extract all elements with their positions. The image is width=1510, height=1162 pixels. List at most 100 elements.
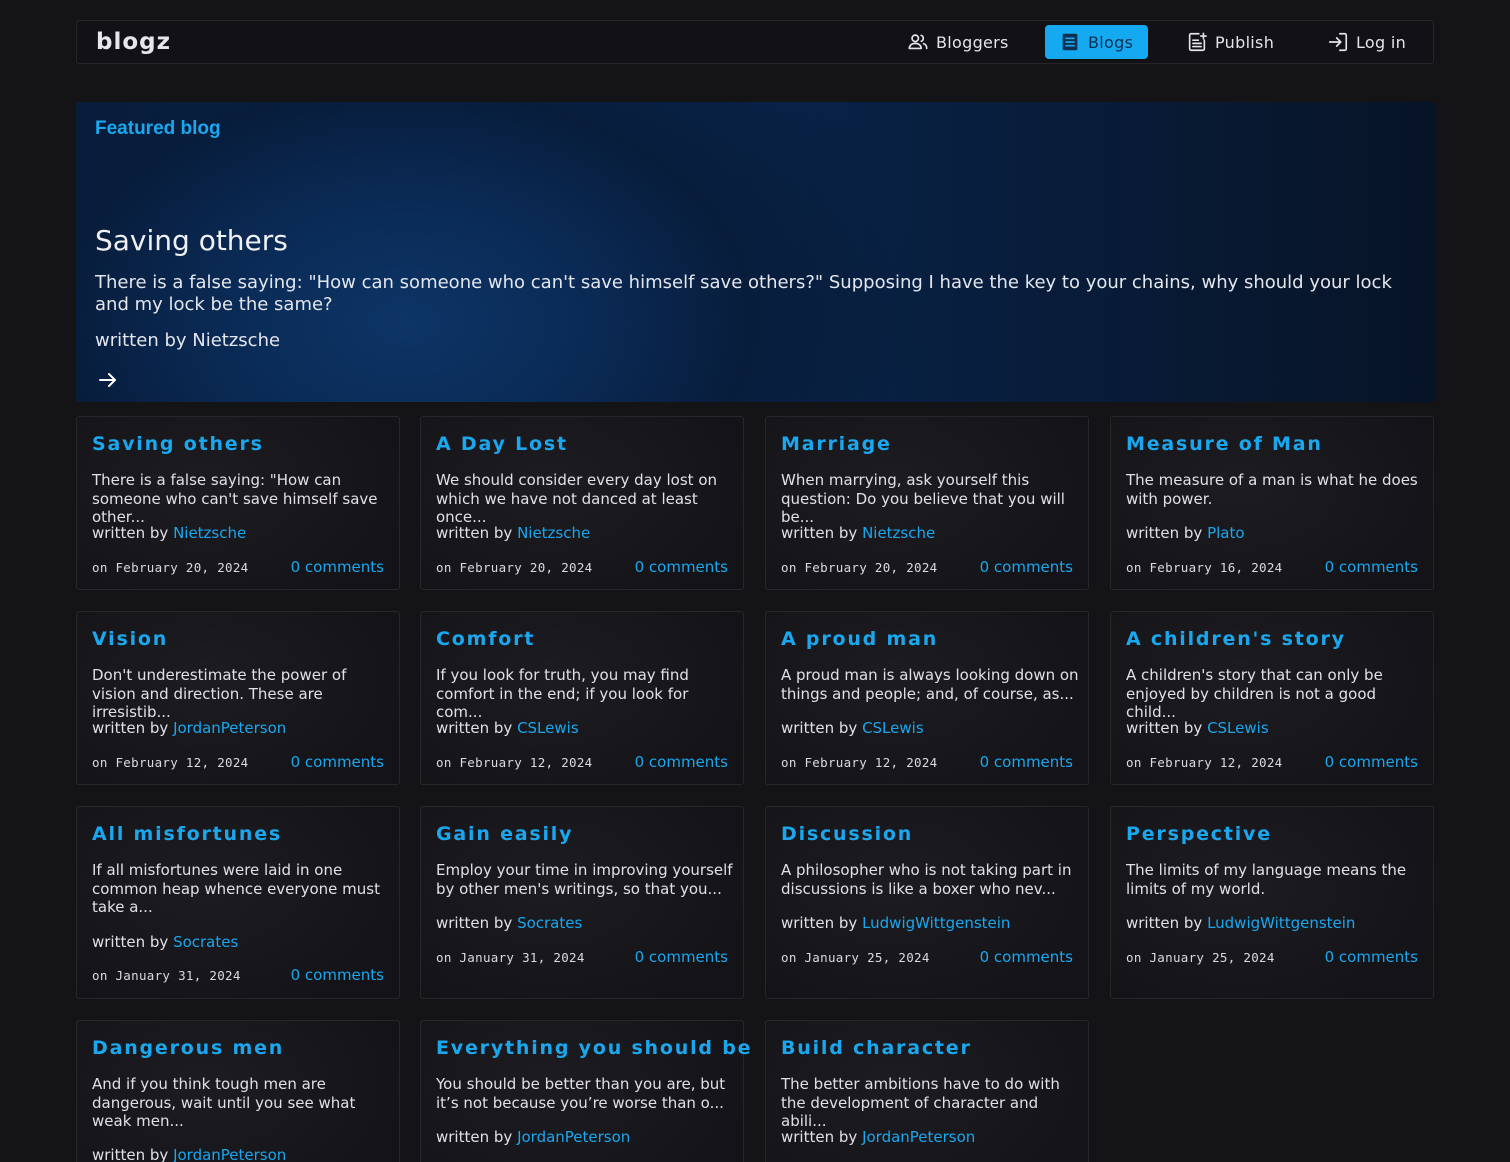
login-icon (1328, 32, 1348, 52)
comments-link[interactable]: 0 comments (291, 558, 384, 576)
author-link[interactable]: Nietzsche (862, 524, 935, 542)
author-link[interactable]: JordanPeterson (862, 1128, 975, 1146)
blog-card-byline: written by Nietzsche (781, 524, 935, 542)
nav-blogs[interactable]: Blogs (1045, 25, 1149, 59)
author-link[interactable]: Nietzsche (517, 524, 590, 542)
nav-bloggers-label: Bloggers (936, 32, 1009, 52)
author-link[interactable]: Nietzsche (173, 524, 246, 542)
comments-link[interactable]: 0 comments (980, 948, 1073, 966)
author-link[interactable]: Socrates (173, 933, 238, 951)
blog-card-excerpt: If all misfortunes were laid in one comm… (92, 861, 380, 916)
blog-card[interactable]: Comfort If you look for truth, you may fi… (420, 611, 744, 785)
blog-card-byline: written by Socrates (436, 914, 582, 932)
blog-card-excerpt: The better ambitions have to do with the… (781, 1075, 1060, 1130)
blog-card[interactable]: A proud man A proud man is always looking… (765, 611, 1089, 785)
brand-logo[interactable]: blogz (96, 29, 171, 55)
blog-card[interactable]: Dangerous men And if you think tough men … (76, 1020, 400, 1162)
blog-card-byline: written by CSLewis (781, 719, 924, 737)
blog-card[interactable]: Gain easily Employ your time in improving… (420, 806, 744, 999)
blog-card-excerpt: A philosopher who is not taking part in … (781, 861, 1072, 898)
author-link[interactable]: CSLewis (862, 719, 924, 737)
blog-card-byline: written by Socrates (92, 933, 238, 951)
byline-prefix: written by (781, 1128, 858, 1146)
blog-card-title[interactable]: A Day Lost (436, 433, 568, 455)
blog-card-date: on February 12, 2024 (92, 755, 249, 770)
byline-prefix: written by (92, 524, 169, 542)
blog-card-byline: written by Nietzsche (436, 524, 590, 542)
comments-link[interactable]: 0 comments (635, 558, 728, 576)
author-link[interactable]: Plato (1207, 524, 1244, 542)
blog-card-date: on February 20, 2024 (781, 560, 938, 575)
blog-card-excerpt: Don't underestimate the power of vision … (92, 666, 347, 721)
blog-card[interactable]: A Day Lost We should consider every day l… (420, 416, 744, 590)
blog-card-title[interactable]: Vision (92, 628, 168, 650)
blog-card-date: on January 31, 2024 (92, 968, 241, 983)
list-icon (1062, 33, 1078, 51)
comments-link[interactable]: 0 comments (635, 948, 728, 966)
blog-card-excerpt: A proud man is always looking down on th… (781, 666, 1079, 703)
blog-card-title[interactable]: Everything you should be (436, 1037, 752, 1059)
blog-card-date: on February 20, 2024 (436, 560, 593, 575)
author-link[interactable]: JordanPeterson (173, 719, 286, 737)
blog-card-excerpt: A children's story that can only be enjo… (1126, 666, 1383, 721)
blog-card-title[interactable]: Saving others (92, 433, 264, 455)
blog-card-byline: written by Nietzsche (92, 524, 246, 542)
byline-prefix: written by (92, 719, 169, 737)
blog-card-title[interactable]: A proud man (781, 628, 938, 650)
blog-card-title[interactable]: Build character (781, 1037, 972, 1059)
nav-login[interactable]: Log in (1313, 25, 1420, 59)
nav-login-label: Log in (1356, 32, 1407, 52)
blog-card-excerpt: There is a false saying: "How can someon… (92, 471, 378, 526)
author-link[interactable]: Socrates (517, 914, 582, 932)
byline-prefix: written by (1126, 914, 1203, 932)
blog-card-title[interactable]: Marriage (781, 433, 892, 455)
author-link[interactable]: LudwigWittgenstein (862, 914, 1010, 932)
comments-link[interactable]: 0 comments (635, 753, 728, 771)
comments-link[interactable]: 0 comments (1325, 558, 1418, 576)
author-link[interactable]: LudwigWittgenstein (1207, 914, 1355, 932)
nav-bloggers[interactable]: Bloggers (893, 25, 1023, 59)
blog-card-title[interactable]: Dangerous men (92, 1037, 284, 1059)
byline-prefix: written by (436, 914, 513, 932)
blog-card-byline: written by Plato (1126, 524, 1245, 542)
featured-blog-title: Saving others (95, 224, 288, 257)
blog-card-title[interactable]: Gain easily (436, 823, 573, 845)
blog-card[interactable]: A children's story A children's story tha… (1110, 611, 1434, 785)
blog-card[interactable]: All misfortunes If all misfortunes were l… (76, 806, 400, 999)
blog-card[interactable]: Saving others There is a false saying: "H… (76, 416, 400, 590)
author-link[interactable]: CSLewis (1207, 719, 1269, 737)
author-link[interactable]: CSLewis (517, 719, 579, 737)
blog-card-title[interactable]: Measure of Man (1126, 433, 1323, 455)
nav-publish-label: Publish (1215, 32, 1275, 52)
blog-card-title[interactable]: Comfort (436, 628, 535, 650)
blog-card[interactable]: Perspective The limits of my language mea… (1110, 806, 1434, 999)
blog-card-excerpt: The measure of a man is what he does wit… (1126, 471, 1418, 508)
blog-card-title[interactable]: All misfortunes (92, 823, 282, 845)
author-link[interactable]: JordanPeterson (173, 1146, 286, 1162)
comments-link[interactable]: 0 comments (291, 966, 384, 984)
blog-card-date: on February 20, 2024 (92, 560, 249, 575)
blog-card[interactable]: Measure of Man The measure of a man is wh… (1110, 416, 1434, 590)
blog-card-title[interactable]: Perspective (1126, 823, 1272, 845)
blog-card-byline: written by JordanPeterson (92, 719, 286, 737)
comments-link[interactable]: 0 comments (291, 753, 384, 771)
blog-card[interactable]: Everything you should be You should be be… (420, 1020, 750, 1162)
arrow-right-icon[interactable] (96, 368, 120, 392)
comments-link[interactable]: 0 comments (980, 753, 1073, 771)
blog-card-title[interactable]: Discussion (781, 823, 913, 845)
blog-card[interactable]: Discussion A philosopher who is not takin… (765, 806, 1089, 999)
blog-card[interactable]: Marriage When marrying, ask yourself this… (765, 416, 1089, 590)
comments-link[interactable]: 0 comments (1325, 948, 1418, 966)
comments-link[interactable]: 0 comments (980, 558, 1073, 576)
blog-card-date: on January 25, 2024 (781, 950, 930, 965)
top-navbar: blogz Bloggers Blogs Publish Log in (76, 20, 1434, 64)
blog-card[interactable]: Vision Don't underestimate the power of v… (76, 611, 400, 785)
blog-card-date: on February 12, 2024 (1126, 755, 1283, 770)
blog-card-title[interactable]: A children's story (1126, 628, 1346, 650)
blog-card[interactable]: Build character The better ambitions have… (765, 1020, 1089, 1162)
nav-publish[interactable]: Publish (1172, 25, 1288, 59)
blog-card-excerpt: And if you think tough men are dangerous… (92, 1075, 356, 1130)
blog-card-byline: written by LudwigWittgenstein (781, 914, 1010, 932)
comments-link[interactable]: 0 comments (1325, 753, 1418, 771)
author-link[interactable]: JordanPeterson (517, 1128, 630, 1146)
